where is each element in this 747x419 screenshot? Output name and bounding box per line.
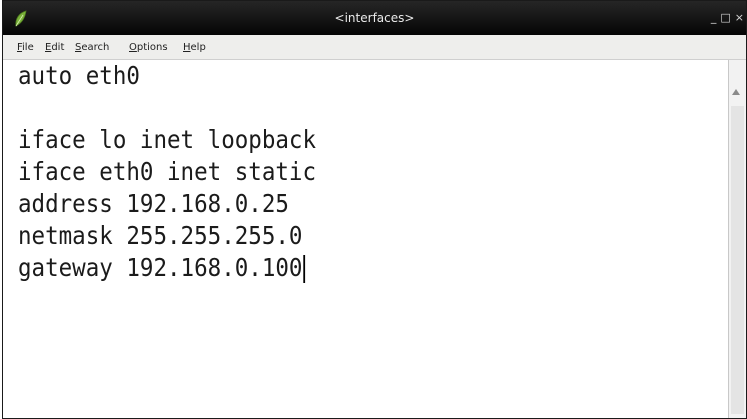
menu-search[interactable]: Search — [75, 35, 109, 59]
title-bar[interactable]: <interfaces> _ □ × — [3, 1, 746, 35]
editor-line[interactable]: address 192.168.0.25 — [18, 188, 289, 220]
scroll-up-arrow-icon[interactable] — [732, 89, 740, 95]
menu-bar: File Edit Search Options Help — [3, 35, 746, 60]
scroll-track[interactable] — [731, 106, 744, 414]
editor-line[interactable]: iface lo inet loopback — [18, 124, 316, 156]
editor-line-current[interactable]: gateway 192.168.0.100 — [18, 252, 306, 284]
close-button[interactable]: × — [735, 11, 744, 24]
menu-options-label: ptions — [136, 42, 168, 53]
editor-line-text: gateway 192.168.0.100 — [18, 253, 303, 282]
text-cursor — [303, 255, 306, 283]
menu-help[interactable]: Help — [183, 35, 206, 59]
editor-window: <interfaces> _ □ × File Edit Search Option… — [2, 0, 747, 419]
editor-line[interactable]: auto eth0 — [18, 60, 140, 92]
menu-options[interactable]: Options — [129, 35, 168, 59]
menu-file[interactable]: File — [17, 35, 34, 59]
menu-search-label: earch — [81, 42, 110, 53]
menu-options-mnemonic: O — [129, 42, 137, 53]
menu-help-label: elp — [190, 42, 206, 53]
menu-file-label: ile — [22, 42, 34, 53]
vertical-scrollbar[interactable] — [728, 60, 746, 418]
editor-line[interactable]: netmask 255.255.255.0 — [18, 220, 302, 252]
maximize-button[interactable]: □ — [720, 11, 730, 24]
window-controls: _ □ × — [707, 1, 744, 35]
menu-help-mnemonic: H — [183, 42, 191, 53]
window-title: <interfaces> — [334, 11, 415, 25]
menu-edit-label: dit — [51, 42, 65, 53]
minimize-button[interactable]: _ — [711, 11, 717, 24]
menu-edit[interactable]: Edit — [45, 35, 64, 59]
editor-line[interactable]: iface eth0 inet static — [18, 156, 316, 188]
text-editor-area[interactable]: auto eth0 iface lo inet loopback iface e… — [3, 60, 729, 418]
